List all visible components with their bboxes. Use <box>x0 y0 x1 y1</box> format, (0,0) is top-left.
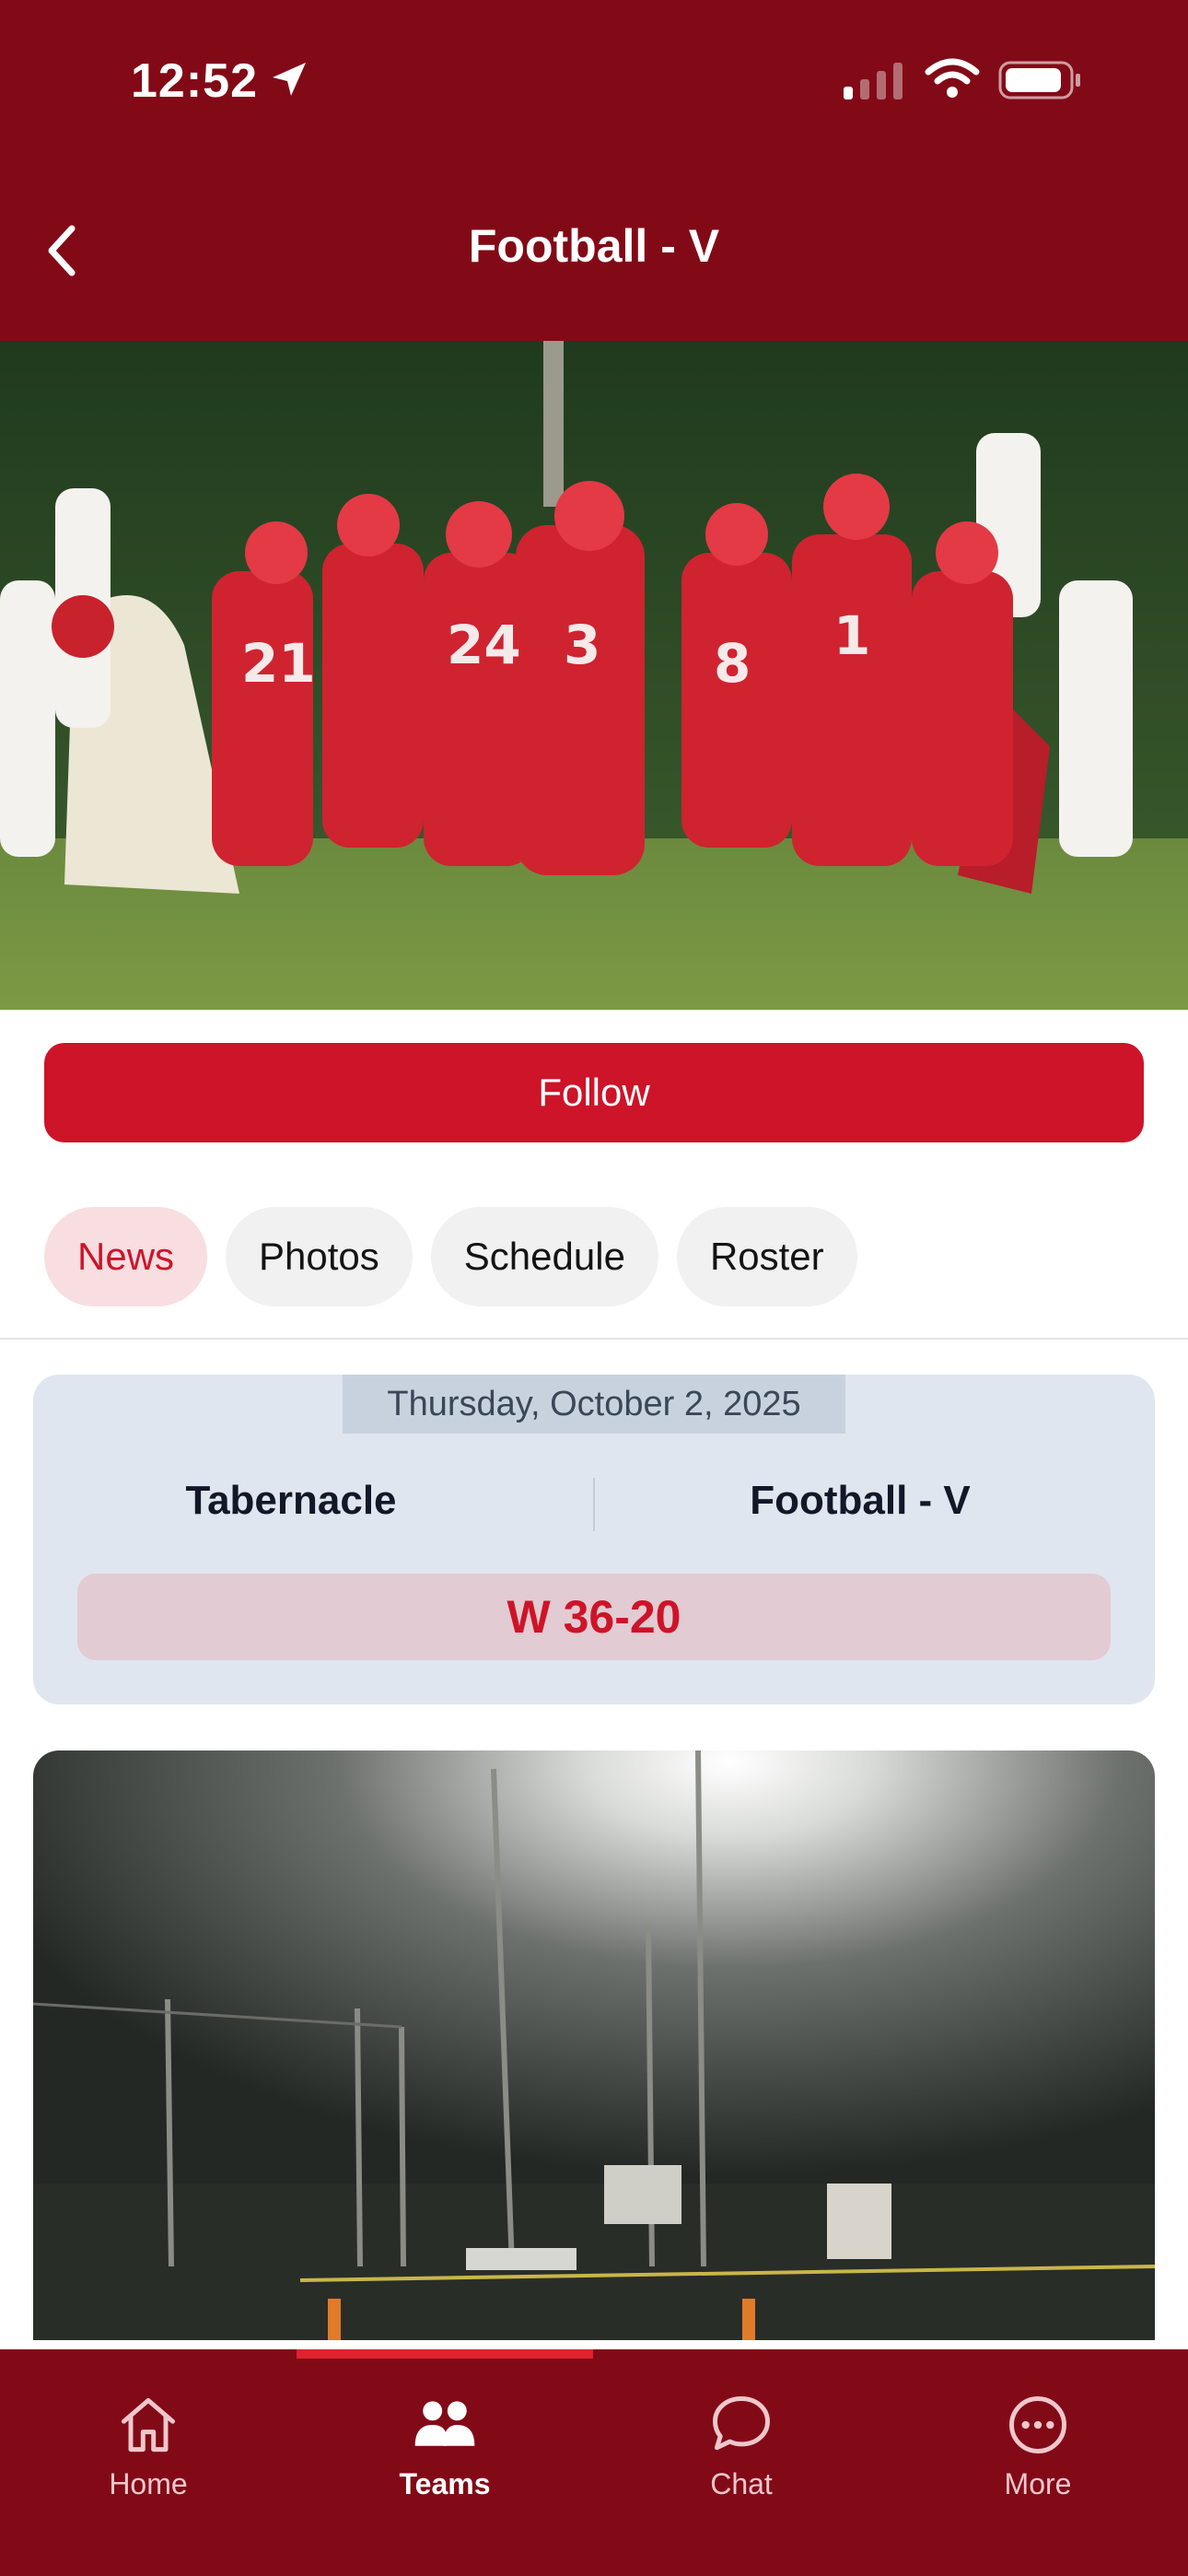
nav-home[interactable]: Home <box>0 2390 297 2501</box>
svg-text:1: 1 <box>833 604 870 667</box>
teams-divider <box>593 1478 595 1531</box>
nav-teams[interactable]: Teams <box>297 2390 593 2501</box>
nav-chat[interactable]: Chat <box>593 2390 890 2501</box>
nav-home-label: Home <box>109 2467 188 2500</box>
battery-icon <box>998 61 1080 100</box>
svg-text:8: 8 <box>714 632 751 695</box>
cellular-signal-icon <box>844 63 903 100</box>
tab-photos[interactable]: Photos <box>226 1207 413 1306</box>
tab-roster[interactable]: Roster <box>676 1207 857 1306</box>
bottom-tab-bar: Home Teams Chat More <box>0 2349 1188 2576</box>
tab-news[interactable]: News <box>44 1207 208 1306</box>
teams-icon <box>414 2401 475 2446</box>
wifi-icon <box>925 58 980 98</box>
tab-schedule[interactable]: Schedule <box>430 1207 658 1306</box>
location-arrow-icon <box>273 63 306 96</box>
nav-more[interactable]: More <box>890 2390 1186 2501</box>
app-header: 12:52 Football - V <box>0 0 1188 341</box>
chat-icon <box>713 2396 770 2451</box>
home-team-name: Tabernacle <box>185 1478 397 1523</box>
more-icon <box>1009 2396 1066 2453</box>
home-icon <box>121 2397 176 2453</box>
game-score-badge: W 36-20 <box>77 1574 1111 1660</box>
svg-text:21: 21 <box>241 632 316 695</box>
tabs-divider <box>0 1338 1188 1340</box>
active-tab-indicator <box>297 2349 593 2359</box>
team-tabs: News Photos Schedule Roster <box>44 1207 857 1306</box>
away-team-name: Football - V <box>750 1478 971 1523</box>
status-time: 12:52 <box>131 54 258 108</box>
svg-text:24: 24 <box>447 614 521 676</box>
game-result-card[interactable]: Thursday, October 2, 2025 Tabernacle Foo… <box>33 1375 1155 1704</box>
follow-button[interactable]: Follow <box>44 1043 1144 1142</box>
team-hero-image: 21 24 3 8 1 <box>0 341 1188 1010</box>
svg-text:3: 3 <box>564 614 600 676</box>
game-date: Thursday, October 2, 2025 <box>343 1375 845 1434</box>
page-title: Football - V <box>468 220 720 272</box>
nav-chat-label: Chat <box>710 2467 773 2500</box>
nav-more-label: More <box>1004 2467 1072 2500</box>
nav-teams-label: Teams <box>399 2467 491 2500</box>
news-photo-card[interactable] <box>33 1751 1155 2340</box>
stadium-lights-photo <box>33 1751 1155 2340</box>
